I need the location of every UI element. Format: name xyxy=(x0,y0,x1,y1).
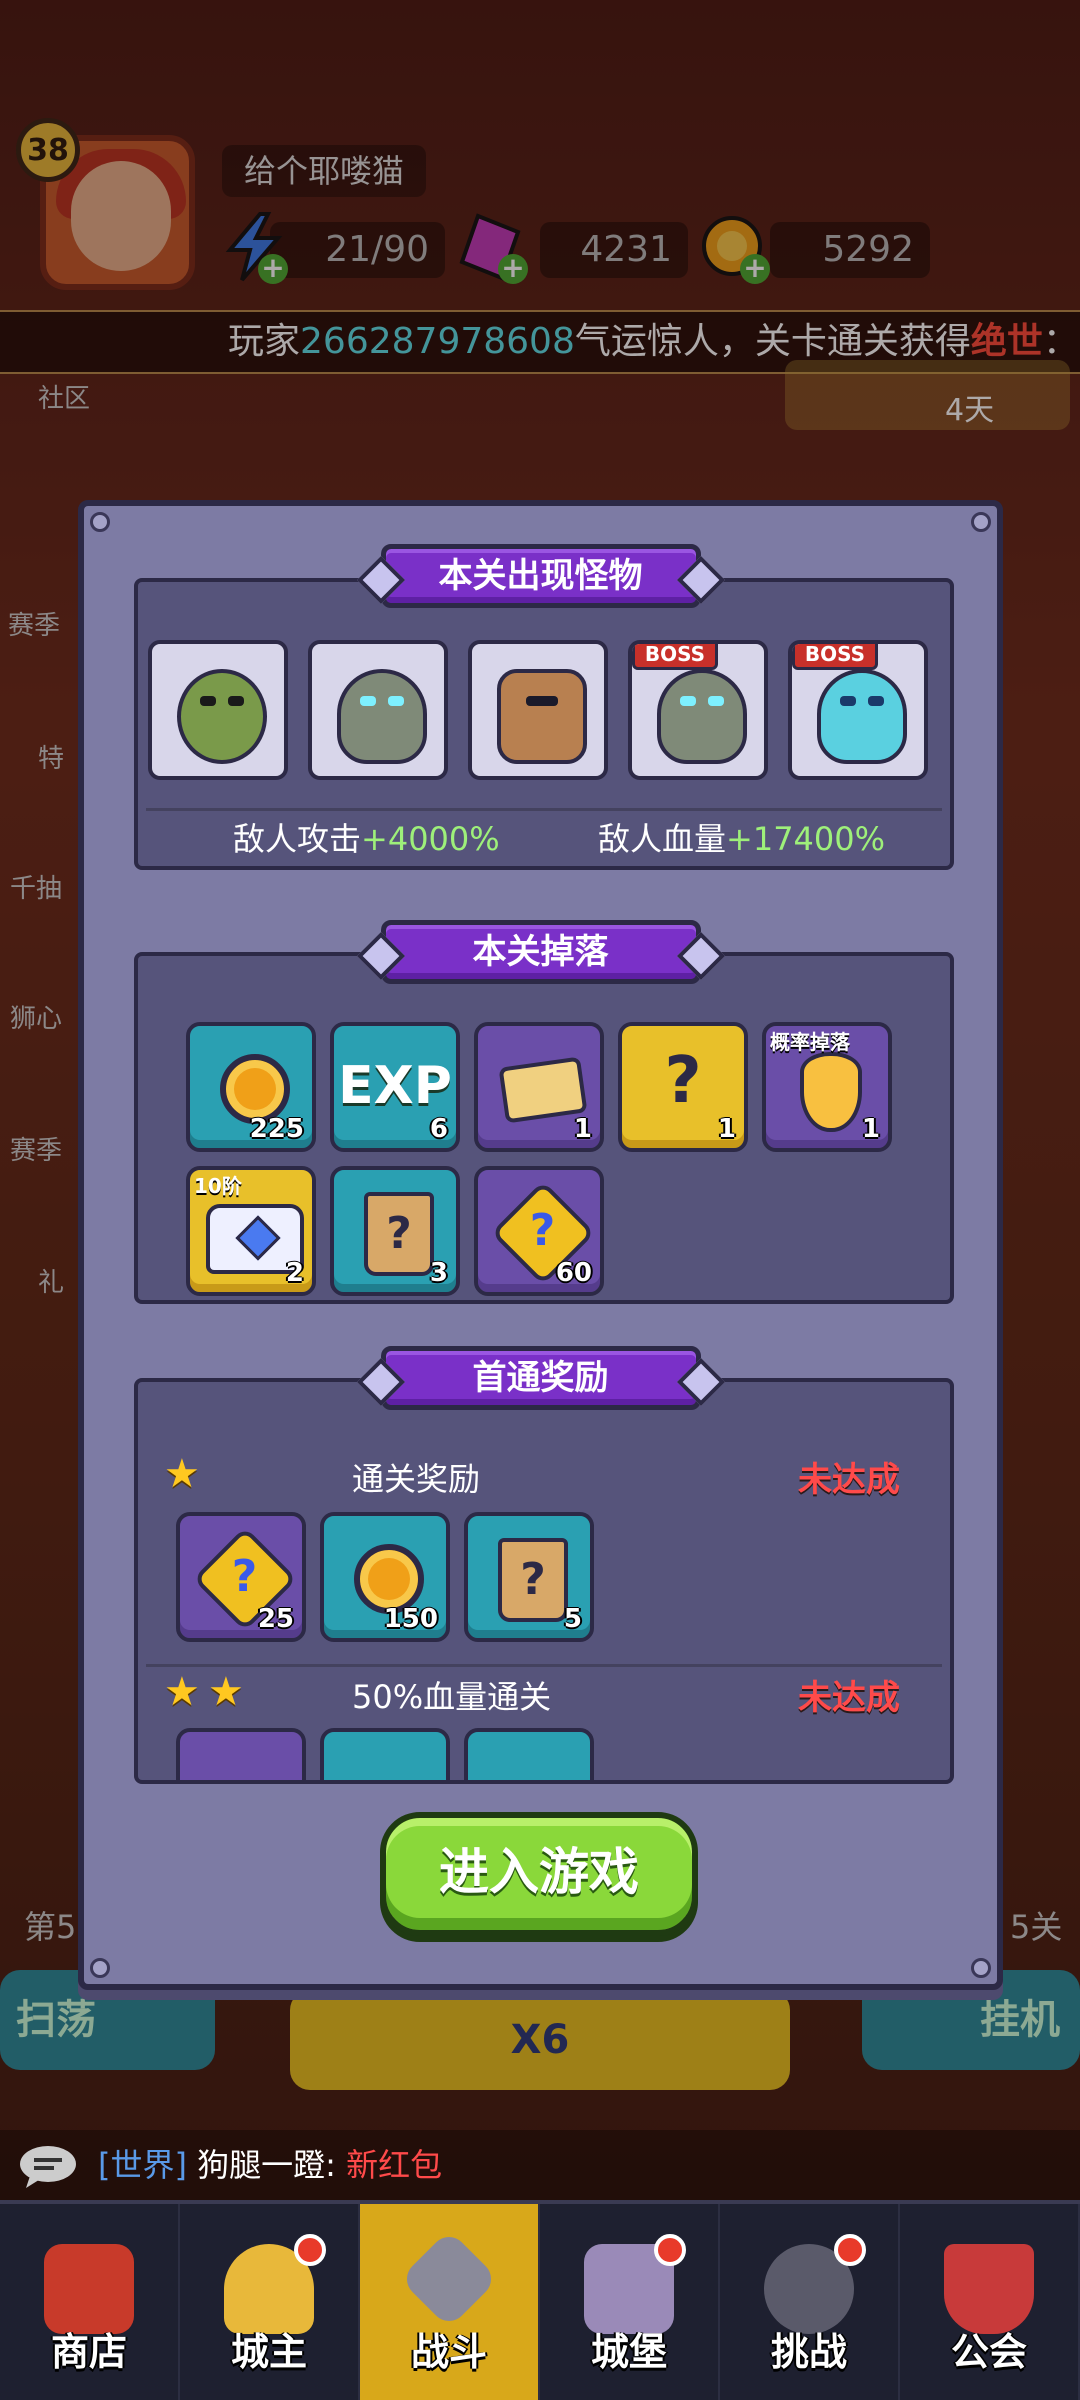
drop-item-amber[interactable]: 概率掉落 1 xyxy=(762,1022,892,1152)
tab-guild[interactable]: 公会 xyxy=(900,2204,1080,2400)
monster-card[interactable] xyxy=(468,640,608,780)
boss-monster-card[interactable]: BOSS xyxy=(788,640,928,780)
star-icon: ★ xyxy=(164,1451,200,1497)
reward-item-coin[interactable]: 150 xyxy=(320,1512,450,1642)
crossed-swords-icon xyxy=(399,2229,499,2329)
chat-message: 新红包 xyxy=(346,2146,443,2184)
boss-monster-card[interactable]: BOSS xyxy=(628,640,768,780)
stage-info-modal: BOSS BOSS 敌人攻击+4000% 敌人血量+17400% 本关出现怪物 … xyxy=(78,500,1003,1990)
modal-corner xyxy=(971,1958,991,1978)
tier-tag: 10阶 xyxy=(194,1174,242,1198)
divider xyxy=(146,1664,942,1667)
reward-status: 未达成 xyxy=(798,1678,900,1718)
reward-item-puzzle[interactable] xyxy=(176,1728,306,1780)
drop-item-chest[interactable]: 10阶 2 xyxy=(186,1166,316,1296)
probability-drop-tag: 概率掉落 xyxy=(770,1030,850,1054)
drop-item-mystery-scroll[interactable]: ? 3 xyxy=(330,1166,460,1296)
star-icon: ★ xyxy=(208,1669,244,1715)
tab-lord[interactable]: 城主 xyxy=(180,2204,360,2400)
star-icon: ★ xyxy=(164,1669,200,1715)
modal-corner xyxy=(90,512,110,532)
tab-battle[interactable]: 战斗 xyxy=(360,2204,540,2400)
drop-item-gem-pack[interactable]: ? 1 xyxy=(618,1022,748,1152)
first-clear-title-banner: 首通奖励 xyxy=(380,1346,701,1410)
drop-item-mystery-puzzle[interactable]: ? 60 xyxy=(474,1166,604,1296)
reward-item-coin[interactable] xyxy=(320,1728,450,1780)
drop-item-coin[interactable]: 225 xyxy=(186,1022,316,1152)
world-chat-line[interactable]: [世界] 狗腿一蹬: 新红包 xyxy=(0,2130,1080,2200)
monsters-section: BOSS BOSS 敌人攻击+4000% 敌人血量+17400% xyxy=(134,578,954,870)
tab-castle[interactable]: 城堡 xyxy=(540,2204,720,2400)
first-clear-section: ★ 通关奖励 未达成 ? 25 150 ? 5 ★ ★ 50%血量通关 未达成 xyxy=(134,1378,954,1784)
monster-card[interactable] xyxy=(148,640,288,780)
bottom-tab-bar: 商店 城主 战斗 城堡 挑战 公会 xyxy=(0,2200,1080,2400)
enemy-attack-stat: 敌人攻击+4000% xyxy=(233,820,500,858)
chat-bubble-icon xyxy=(20,2146,76,2188)
drops-section: 225 EXP 6 1 ? 1 概率掉落 1 10阶 2 ? 3 ? 60 xyxy=(134,952,954,1304)
boss-tag: BOSS xyxy=(632,644,718,670)
reward-status: 未达成 xyxy=(798,1460,900,1500)
chat-user: 狗腿一蹬: xyxy=(197,2146,336,2184)
enter-game-button[interactable]: 进入游戏 xyxy=(380,1812,698,1936)
modal-corner xyxy=(90,1958,110,1978)
monsters-title-banner: 本关出现怪物 xyxy=(380,544,701,608)
reward-item-scroll[interactable] xyxy=(464,1728,594,1780)
chat-channel: [世界] xyxy=(98,2146,187,2184)
notification-dot xyxy=(654,2234,686,2266)
reward-row-title: 50%血量通关 xyxy=(352,1678,552,1716)
drop-item-ticket[interactable]: 1 xyxy=(474,1022,604,1152)
monster-card[interactable] xyxy=(308,640,448,780)
boss-tag: BOSS xyxy=(792,644,878,670)
reward-item-scroll[interactable]: ? 5 xyxy=(464,1512,594,1642)
notification-dot xyxy=(834,2234,866,2266)
reward-item-puzzle[interactable]: ? 25 xyxy=(176,1512,306,1642)
drop-item-exp[interactable]: EXP 6 xyxy=(330,1022,460,1152)
tab-challenge[interactable]: 挑战 xyxy=(720,2204,900,2400)
notification-dot xyxy=(294,2234,326,2266)
drops-title-banner: 本关掉落 xyxy=(380,920,701,984)
divider xyxy=(146,808,942,811)
reward-row-title: 通关奖励 xyxy=(352,1460,481,1498)
enemy-hp-stat: 敌人血量+17400% xyxy=(598,820,886,858)
tab-shop[interactable]: 商店 xyxy=(0,2204,180,2400)
modal-corner xyxy=(971,512,991,532)
